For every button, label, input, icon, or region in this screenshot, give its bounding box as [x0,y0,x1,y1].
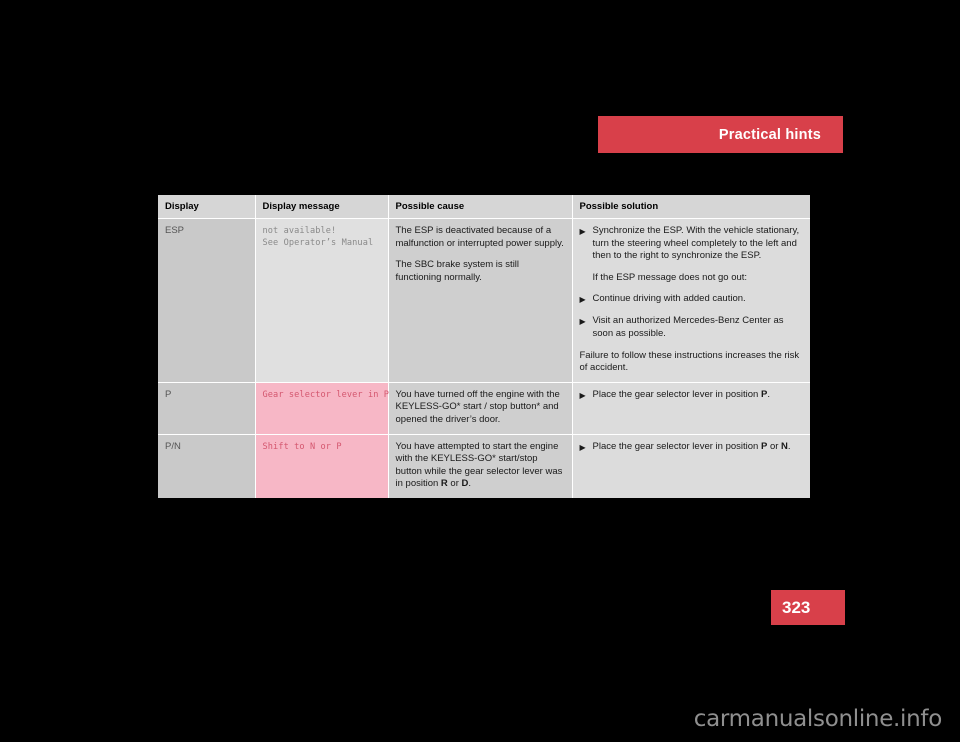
solution-text: Visit an authorized Mercedes-Benz Center… [592,315,784,339]
cause-paragraph: The ESP is deactivated because of a malf… [395,225,564,249]
table-row: ESP not available! See Operator’s Manual… [158,218,810,383]
display-message-line: Shift to N or P [262,441,342,452]
triangle-bullet-icon: ▶ [579,390,586,400]
table-row: P Gear selector lever in P You have turn… [158,382,810,435]
solution-bullet-item: ▶ Synchronize the ESP. With the vehicle … [580,225,804,263]
cell-possible-solution: ▶ Synchronize the ESP. With the vehicle … [572,218,810,383]
cell-display-message: Gear selector lever in P [255,382,390,435]
fault-message-table: Display Display message Possible cause P… [158,195,810,498]
solution-warning: Failure to follow these instructions inc… [579,349,800,374]
solution-text: Synchronize the ESP. With the vehicle st… [592,225,800,262]
solution-text: Place the gear selector lever in positio… [592,440,791,452]
display-code: ESP [165,225,185,236]
solution-bullet-item: ▶ Visit an authorized Mercedes-Benz Cent… [580,315,804,340]
page-number: 323 [782,597,811,617]
display-message-line: not available! [262,226,337,236]
triangle-bullet-icon: ▶ [579,295,586,305]
cell-display: P/N [158,434,256,498]
solution-bullet-item: ▶ Place the gear selector lever in posit… [580,441,804,454]
cell-possible-solution: ▶ Place the gear selector lever in posit… [572,382,810,435]
display-code: P [165,388,172,400]
cause-paragraph: You have turned off the engine with the … [395,388,560,425]
table-header-row: Display Display message Possible cause P… [158,195,810,219]
solution-note: If the ESP message does not go out: [592,271,748,283]
display-message-line: Gear selector lever in P [262,389,390,400]
solution-bullet-item: ▶ Place the gear selector lever in posit… [580,389,804,402]
fault-message-table-container: Display Display message Possible cause P… [158,195,810,498]
site-watermark: carmanualsonline.info [693,706,943,732]
triangle-bullet-icon: ▶ [579,317,586,327]
page-number-block: 323 [771,590,845,625]
solution-bullet-item: ▶ Continue driving with added caution. [580,293,804,306]
column-header-display: Display [158,195,256,219]
solution-text: Place the gear selector lever in positio… [592,388,770,400]
cause-paragraph: The SBC brake system is still functionin… [395,259,520,283]
display-message-line: See Operator’s Manual [262,238,374,249]
cell-possible-solution: ▶ Place the gear selector lever in posit… [572,434,810,498]
cell-spacer [263,249,381,345]
chapter-title: Practical hints [718,126,821,143]
triangle-bullet-icon: ▶ [579,442,586,452]
cell-possible-cause: You have turned off the engine with the … [388,382,573,435]
cell-display-message: Shift to N or P [255,434,389,498]
cell-display-message: not available! See Operator’s Manual [255,218,389,383]
triangle-bullet-icon: ▶ [579,227,586,236]
cell-possible-cause: You have attempted to start the engine w… [388,434,573,498]
table-row: P/N Shift to N or P You have attempted t… [158,434,810,498]
column-header-possible-solution: Possible solution [572,195,810,219]
cell-display: P [158,382,256,435]
solution-text: Continue driving with added caution. [592,293,746,305]
cause-paragraph: You have attempted to start the engine w… [395,440,563,490]
cell-possible-cause: The ESP is deactivated because of a malf… [388,218,573,383]
column-header-display-message: Display message [255,195,389,219]
chapter-banner: Practical hints [598,116,843,153]
cell-display: ESP [158,218,256,383]
column-header-possible-cause: Possible cause [388,195,573,219]
display-code: P/N [165,440,181,452]
